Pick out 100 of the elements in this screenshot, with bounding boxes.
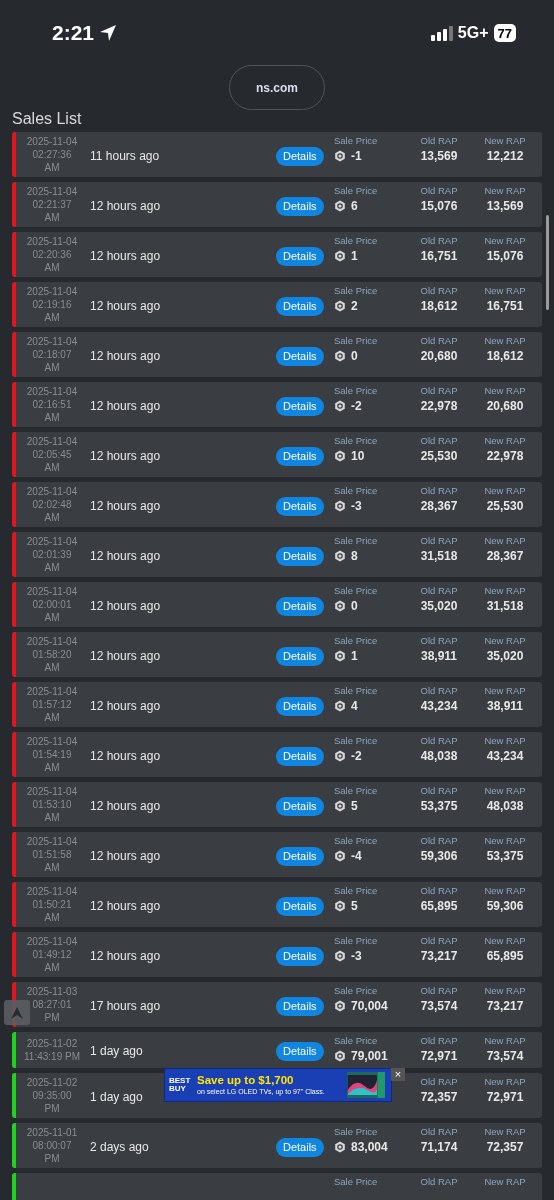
- details-button[interactable]: Details: [276, 1137, 324, 1157]
- details-button[interactable]: Details: [276, 1042, 324, 1061]
- old-rap-label: Old RAP: [420, 1035, 458, 1047]
- sale-price-label: Sale Price: [334, 185, 379, 197]
- new-rap: 31,518: [486, 598, 524, 615]
- details-button[interactable]: Details: [276, 246, 324, 266]
- details-button[interactable]: Details: [276, 946, 324, 966]
- sale-price: 70,004: [351, 998, 388, 1015]
- battery-icon: 77: [493, 24, 516, 42]
- up-arrow-icon: [10, 1005, 24, 1020]
- sale-price-label: Sale Price: [334, 985, 379, 997]
- scroll-top-button[interactable]: [4, 1000, 30, 1025]
- sale-date: 2025-11-04: [26, 835, 78, 848]
- network-type: 5G+: [457, 23, 489, 43]
- new-rap-label: New RAP: [484, 1035, 526, 1047]
- new-rap: 16,751: [486, 298, 524, 315]
- old-rap-label: Old RAP: [420, 135, 458, 147]
- coin-icon: [334, 550, 346, 562]
- new-rap-label: New RAP: [484, 785, 526, 797]
- sale-date: 2025-11-04: [26, 135, 78, 148]
- old-rap-label: Old RAP: [420, 285, 458, 297]
- sale-date: 01:49:12: [32, 948, 72, 961]
- sale-date: 2025-11-04: [26, 435, 78, 448]
- new-rap: 48,038: [486, 798, 524, 815]
- details-button[interactable]: Details: [276, 796, 324, 816]
- sale-date: 2025-11-03: [26, 985, 78, 998]
- time-ago: 12 hours ago: [90, 948, 161, 963]
- details-button[interactable]: Details: [276, 696, 324, 716]
- sale-date: 01:57:12: [32, 698, 72, 711]
- sale-date: 2025-11-02: [26, 1037, 78, 1050]
- sale-date: 2025-11-04: [26, 185, 78, 198]
- sale-date: 2025-11-04: [26, 635, 78, 648]
- details-button[interactable]: Details: [276, 346, 324, 366]
- details-button[interactable]: Details: [276, 146, 324, 166]
- details-button[interactable]: Details: [276, 996, 324, 1016]
- new-rap: 35,020: [486, 648, 524, 665]
- sale-price-label: Sale Price: [334, 335, 379, 347]
- time-ago: 17 hours ago: [90, 998, 161, 1013]
- details-button[interactable]: Details: [276, 496, 324, 516]
- sale-date: 2025-11-04: [26, 535, 78, 548]
- details-button[interactable]: Details: [276, 896, 324, 916]
- details-button[interactable]: Details: [276, 746, 324, 766]
- new-rap-label: New RAP: [484, 1126, 526, 1138]
- sale-date: AM: [44, 861, 60, 874]
- new-rap-label: New RAP: [484, 1076, 526, 1088]
- sale-price: 1: [351, 648, 358, 665]
- old-rap-label: Old RAP: [420, 635, 458, 647]
- sale-price-label: Sale Price: [334, 785, 379, 797]
- time-ago: 12 hours ago: [90, 448, 161, 463]
- sale-price-label: Sale Price: [334, 485, 379, 497]
- sale-price: 2: [351, 298, 358, 315]
- details-button[interactable]: Details: [276, 596, 324, 616]
- old-rap-label: Old RAP: [420, 185, 458, 197]
- details-button[interactable]: Details: [276, 446, 324, 466]
- time-ago: 12 hours ago: [90, 548, 161, 563]
- ad-close-button[interactable]: ×: [391, 1068, 405, 1081]
- details-button[interactable]: Details: [276, 196, 324, 216]
- new-rap: 28,367: [486, 548, 524, 565]
- details-button[interactable]: Details: [276, 546, 324, 566]
- new-rap-label: New RAP: [484, 385, 526, 397]
- sale-date: 09:35:00: [32, 1089, 72, 1102]
- sale-price: 0: [351, 348, 358, 365]
- old-rap: 53,375: [420, 798, 458, 815]
- sale-date: 2025-11-04: [26, 485, 78, 498]
- sale-price: 4: [351, 698, 358, 715]
- sale-date: AM: [44, 461, 60, 474]
- new-rap: 65,895: [486, 948, 524, 965]
- sale-price-label: Sale Price: [334, 285, 379, 297]
- old-rap: 31,518: [420, 548, 458, 565]
- old-rap-label: Old RAP: [420, 1076, 458, 1088]
- sale-price-label: Sale Price: [334, 735, 379, 747]
- sale-date: 2025-11-04: [26, 685, 78, 698]
- new-rap-label: New RAP: [484, 885, 526, 897]
- coin-icon: [334, 1141, 346, 1153]
- old-rap: 73,574: [420, 998, 458, 1015]
- details-button[interactable]: Details: [276, 396, 324, 416]
- sale-date: 2025-11-04: [26, 285, 78, 298]
- new-rap: 20,680: [486, 398, 524, 415]
- sale-price-label: Sale Price: [334, 635, 379, 647]
- sale-date: AM: [44, 811, 60, 824]
- sale-date: 2025-11-02: [26, 1076, 78, 1089]
- old-rap: 72,357: [420, 1089, 458, 1106]
- sale-date: 02:01:39: [32, 548, 72, 561]
- old-rap: 65,895: [420, 898, 458, 915]
- sale-price-label: Sale Price: [334, 385, 379, 397]
- address-bar[interactable]: ns.com: [229, 65, 325, 110]
- new-rap: 38,911: [486, 698, 523, 715]
- sale-price: 8: [351, 548, 358, 565]
- new-rap: 43,234: [486, 748, 524, 765]
- time-ago: 11 hours ago: [90, 148, 160, 163]
- details-button[interactable]: Details: [276, 296, 324, 316]
- coin-icon: [334, 450, 346, 462]
- old-rap: 72,971: [420, 1048, 458, 1065]
- time-ago: 2 days ago: [90, 1139, 149, 1154]
- details-button[interactable]: Details: [276, 846, 324, 866]
- new-rap: 53,375: [486, 848, 524, 865]
- sale-date: 08:27:01: [32, 998, 72, 1011]
- sale-price-label: Sale Price: [334, 535, 379, 547]
- sale-price-label: Sale Price: [334, 935, 379, 947]
- details-button[interactable]: Details: [276, 646, 324, 666]
